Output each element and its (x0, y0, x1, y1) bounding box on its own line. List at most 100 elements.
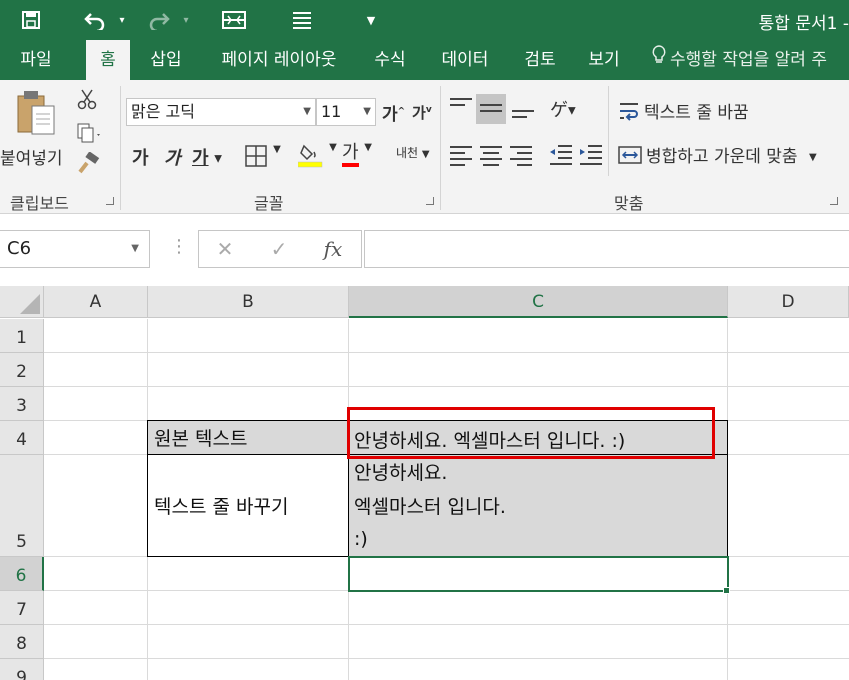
copy-icon[interactable] (76, 122, 102, 148)
row-header-3[interactable]: 3 (0, 387, 44, 421)
font-color-label: 가 (342, 143, 359, 167)
underline-label: 가 (192, 148, 209, 169)
chevron-down-icon: ▼ (363, 106, 371, 117)
chevron-down-icon: ▼ (273, 144, 281, 155)
gridline (44, 624, 849, 625)
align-right-icon[interactable] (510, 146, 532, 170)
cancel-icon[interactable]: ✕ (209, 231, 241, 267)
phonetic-button[interactable]: 내천 ▼ (396, 144, 430, 161)
orientation-button[interactable]: ゲ▼ (550, 96, 576, 122)
row-number: 3 (16, 396, 27, 416)
shrink-font-button[interactable]: 가v (412, 102, 432, 123)
fill-color-button[interactable]: ▼ (297, 142, 337, 172)
italic-button[interactable]: 가 (164, 144, 181, 170)
separator (608, 86, 609, 176)
separator (440, 86, 441, 210)
tab-home[interactable]: 홈 (86, 40, 130, 80)
tab-formulas[interactable]: 수식 (364, 40, 416, 80)
paint-bucket-icon (297, 144, 323, 168)
tab-review[interactable]: 검토 (514, 40, 566, 80)
redo-icon[interactable] (144, 0, 174, 40)
align-middle-icon[interactable] (476, 94, 506, 124)
tab-view[interactable]: 보기 (578, 40, 630, 80)
tab-insert[interactable]: 삽입 (140, 40, 192, 80)
drag-handle-icon[interactable]: ⋮ (170, 236, 188, 257)
align-bottom-icon[interactable] (512, 104, 534, 122)
row-header-6[interactable]: 6 (0, 557, 44, 591)
excel-window: ▾ ▾ ▼ 통합 문서1 - 파일 홈 삽입 페이지 레이아웃 수식 데이터 검… (0, 0, 849, 680)
merge-center-button[interactable]: 병합하고 가운데 맞춤 ▼ (618, 142, 817, 171)
cell-b4[interactable]: 원본 텍스트 (154, 424, 247, 451)
undo-icon[interactable] (80, 0, 110, 40)
paste-button[interactable]: 붙여넣기 (0, 86, 72, 182)
tell-me-search[interactable]: 수행할 작업을 알려 주 (652, 40, 827, 80)
font-dialog-launcher[interactable] (426, 197, 434, 205)
borders-icon (245, 145, 267, 167)
column-header-d[interactable]: D (728, 286, 849, 318)
list-icon[interactable] (286, 0, 318, 40)
enter-icon[interactable]: ✓ (263, 231, 295, 267)
chevron-down-icon: ▼ (131, 243, 139, 254)
increase-indent-icon[interactable] (578, 142, 604, 170)
fill-handle[interactable] (723, 587, 730, 594)
column-header-a[interactable]: A (44, 286, 148, 318)
grow-font-button[interactable]: 가^ (382, 100, 405, 125)
paste-icon (14, 88, 60, 144)
align-center-icon[interactable] (480, 146, 502, 170)
name-box[interactable]: C6 ▼ (0, 230, 150, 268)
row-number: 2 (16, 362, 27, 382)
align-top-icon[interactable] (450, 98, 472, 116)
cell-c5-line-1[interactable]: 안녕하세요. (354, 458, 447, 485)
cell-c5-line-3[interactable]: :) (354, 528, 368, 550)
font-name-value: 맑은 고딕 (131, 102, 195, 121)
insert-function-icon[interactable]: fx (315, 231, 351, 267)
select-all-corner[interactable] (0, 286, 44, 318)
redo-dropdown-icon[interactable]: ▾ (178, 0, 194, 40)
title-bar: ▾ ▾ ▼ 통합 문서1 - (0, 0, 849, 40)
align-left-icon[interactable] (450, 146, 472, 170)
active-cell-c6[interactable] (348, 556, 729, 592)
font-size-combo[interactable]: 11 ▼ (316, 98, 376, 126)
wrap-text-button[interactable]: 텍스트 줄 바꿈 (618, 98, 749, 127)
down-arrow-icon: v (425, 105, 432, 115)
cut-icon[interactable] (76, 88, 98, 114)
gridline (44, 386, 849, 387)
decrease-indent-icon[interactable] (548, 142, 574, 170)
grow-font-label: 가 (382, 105, 398, 125)
borders-button[interactable]: ▼ (244, 144, 281, 172)
underline-button[interactable]: 가 ▼ (192, 144, 222, 170)
column-header-b[interactable]: B (148, 286, 349, 318)
cell-c5-line-2[interactable]: 엑셀마스터 입니다. (354, 492, 506, 519)
form-icon[interactable] (218, 0, 250, 40)
bold-button[interactable]: 가 (132, 144, 149, 170)
tab-data[interactable]: 데이터 (430, 40, 500, 80)
row-header-7[interactable]: 7 (0, 591, 44, 625)
font-color-button[interactable]: 가 ▼ (342, 142, 372, 167)
tab-file[interactable]: 파일 (8, 40, 64, 80)
customize-icon[interactable]: ▼ (362, 0, 380, 40)
chevron-down-icon: ▼ (568, 105, 576, 117)
chevron-down-icon: ▼ (329, 142, 337, 153)
font-name-combo[interactable]: 맑은 고딕 ▼ (126, 98, 316, 126)
save-icon[interactable] (14, 0, 48, 40)
row-header-8[interactable]: 8 (0, 625, 44, 659)
clipboard-dialog-launcher[interactable] (106, 197, 114, 205)
alignment-dialog-launcher[interactable] (830, 197, 838, 205)
row-header-4[interactable]: 4 (0, 421, 44, 455)
formula-input[interactable] (364, 230, 849, 268)
tab-page-layout[interactable]: 페이지 레이아웃 (204, 40, 354, 80)
row-header-9[interactable]: 9 (0, 659, 44, 680)
up-arrow-icon: ^ (397, 106, 406, 117)
row-header-1[interactable]: 1 (0, 319, 44, 353)
separator (120, 86, 121, 210)
merge-center-label: 병합하고 가운데 맞춤 (646, 147, 798, 167)
font-group-label: 글꼴 (254, 194, 284, 213)
shrink-font-label: 가 (412, 104, 426, 122)
column-header-c[interactable]: C (349, 286, 728, 318)
cell-b5[interactable]: 텍스트 줄 바꾸기 (154, 492, 288, 519)
format-painter-icon[interactable] (76, 151, 100, 180)
undo-dropdown-icon[interactable]: ▾ (114, 0, 130, 40)
row-header-5[interactable]: 5 (0, 455, 44, 557)
row-header-2[interactable]: 2 (0, 353, 44, 387)
row-number: 8 (16, 634, 27, 654)
